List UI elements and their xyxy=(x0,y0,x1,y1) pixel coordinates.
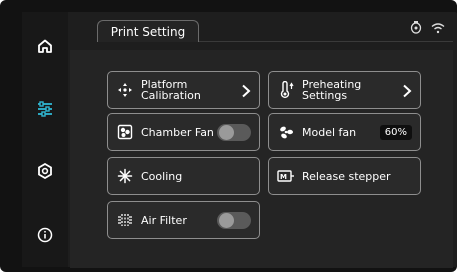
fan-icon xyxy=(277,123,295,141)
air-filter-control: Air Filter xyxy=(107,201,260,239)
tab-print-setting[interactable]: Print Setting xyxy=(97,20,199,42)
platform-calibration-button[interactable]: Platform Calibration xyxy=(107,71,260,109)
cooling-button[interactable]: Cooling xyxy=(107,157,260,195)
sidebar-item-print-settings[interactable] xyxy=(22,89,68,129)
tab-divider xyxy=(199,41,453,42)
settings-sliders-icon xyxy=(36,101,54,117)
camera-icon[interactable] xyxy=(410,19,422,38)
fan-box-icon xyxy=(116,123,134,141)
model-fan-control[interactable]: Model fan 60% xyxy=(268,113,421,151)
home-icon xyxy=(37,38,53,54)
chevron-right-icon xyxy=(241,83,251,98)
chamber-fan-toggle[interactable] xyxy=(217,123,251,141)
tab-label: Print Setting xyxy=(110,24,186,39)
chevron-right-icon xyxy=(402,83,412,98)
thermometer-icon xyxy=(277,81,295,99)
release-stepper-label: Release stepper xyxy=(302,169,391,183)
toggle-knob xyxy=(219,212,234,228)
snowflake-icon xyxy=(116,167,134,185)
model-fan-value: 60% xyxy=(379,124,412,140)
chamber-fan-control: Chamber Fan xyxy=(107,113,260,151)
air-filter-icon xyxy=(116,211,134,229)
preheating-settings-button[interactable]: Preheating Settings xyxy=(268,71,421,109)
toggle-knob xyxy=(219,124,234,140)
motor-icon: M xyxy=(277,167,295,185)
preheating-settings-label: Preheating Settings xyxy=(302,78,362,102)
sidebar-item-info[interactable] xyxy=(22,215,68,255)
platform-calibration-label: Platform Calibration xyxy=(141,78,201,102)
air-filter-toggle[interactable] xyxy=(217,211,251,229)
chamber-fan-label: Chamber Fan xyxy=(141,125,214,139)
sidebar-item-home[interactable] xyxy=(22,26,68,66)
svg-text:M: M xyxy=(280,173,287,181)
model-fan-label: Model fan xyxy=(302,125,357,139)
release-stepper-button[interactable]: M Release stepper xyxy=(268,157,421,195)
sidebar-item-settings[interactable] xyxy=(22,151,68,191)
sidebar xyxy=(22,12,68,267)
info-icon xyxy=(37,227,53,243)
wifi-icon[interactable] xyxy=(431,19,445,38)
air-filter-label: Air Filter xyxy=(141,213,187,227)
move-arrows-icon xyxy=(116,81,134,99)
gear-icon xyxy=(37,163,53,179)
cooling-label: Cooling xyxy=(141,169,183,183)
